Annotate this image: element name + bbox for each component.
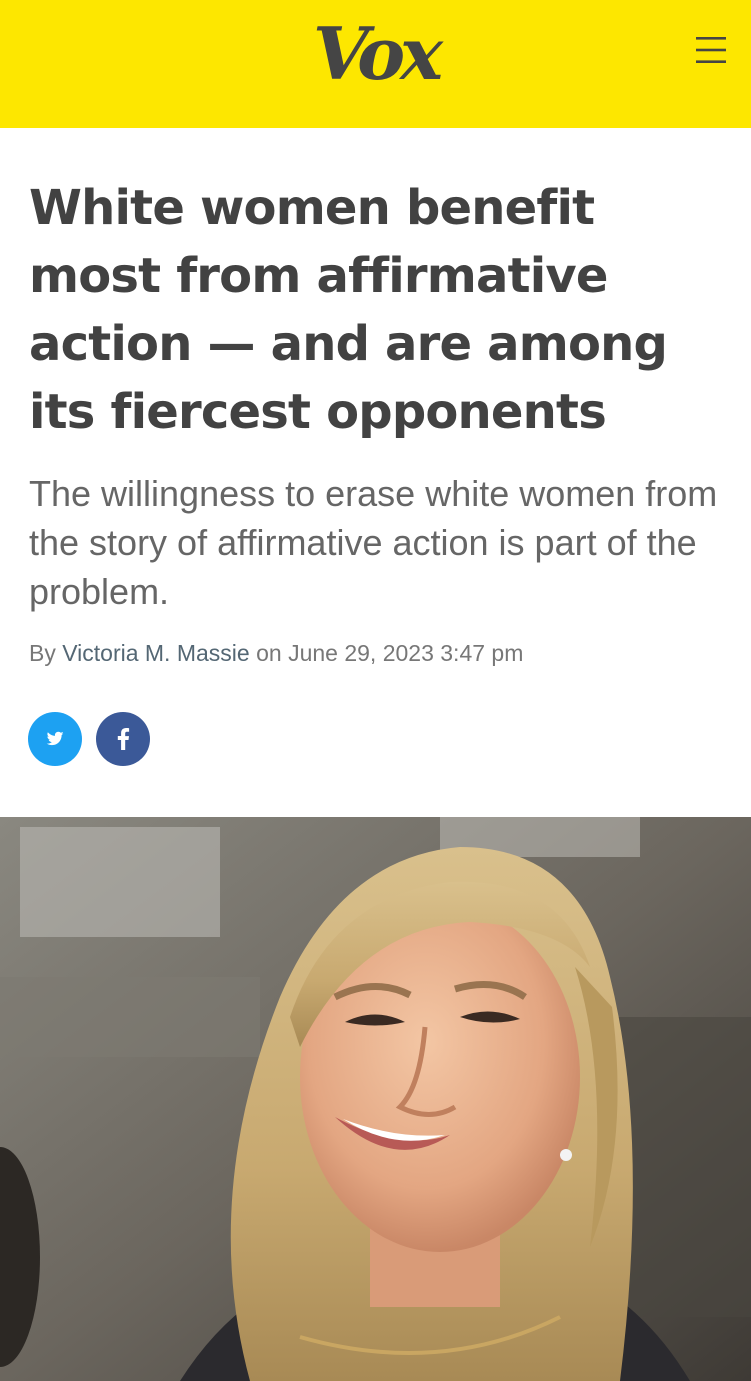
publish-date: June 29, 2023 3:47 pm (288, 640, 524, 666)
facebook-icon (117, 728, 130, 750)
facebook-share-button[interactable] (96, 712, 150, 766)
author-link[interactable]: Victoria M. Massie (62, 640, 249, 666)
byline-date-prefix: on (256, 640, 282, 666)
hamburger-menu-icon[interactable] (695, 34, 727, 66)
twitter-icon (46, 731, 64, 746)
photo-of-smiling-woman (0, 817, 751, 1381)
hero-photo (0, 817, 751, 1381)
byline-prefix: By (29, 640, 56, 666)
article-headline: White women benefit most from affirmativ… (29, 180, 668, 440)
article-dek: The willingness to erase white women fro… (29, 473, 718, 612)
site-header: Vox (0, 0, 751, 128)
twitter-share-button[interactable] (28, 712, 82, 766)
vox-logo[interactable]: Vox (0, 14, 751, 94)
byline: By Victoria M. Massie on June 29, 2023 3… (29, 638, 729, 668)
